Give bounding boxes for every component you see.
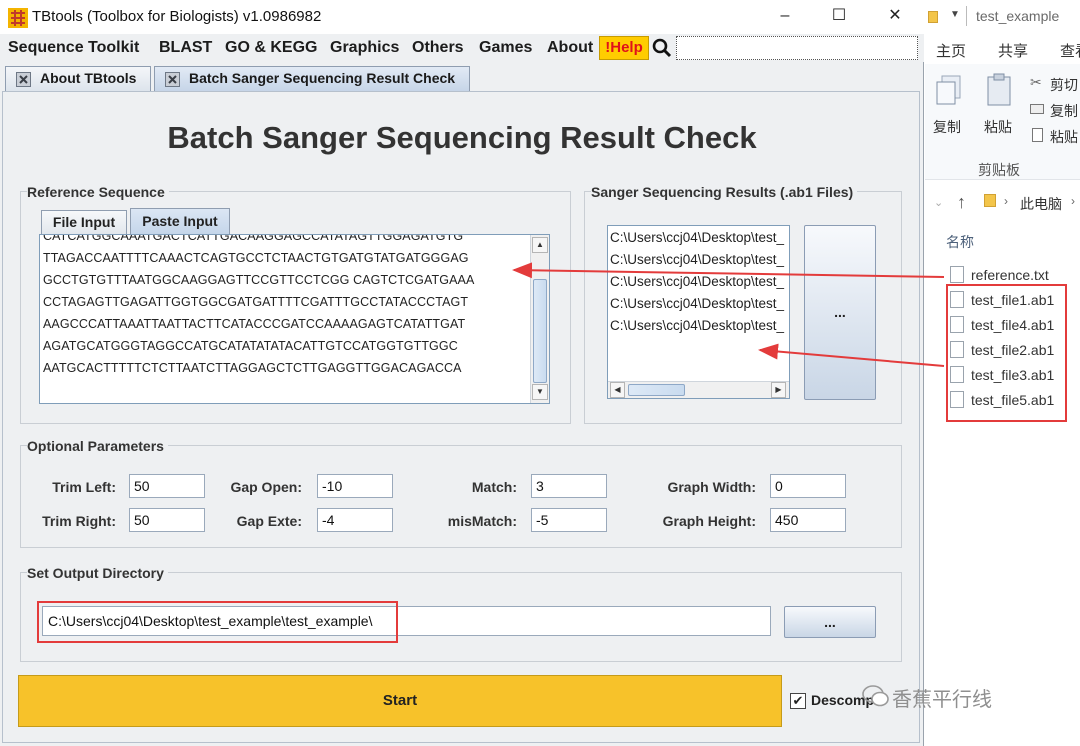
wechat-logo-icon bbox=[862, 685, 889, 707]
arrow-ab1-to-list bbox=[758, 343, 945, 367]
arrow-reference-to-sequence bbox=[512, 262, 945, 279]
watermark-text: 香蕉平行线 bbox=[892, 689, 992, 711]
annotation-arrows bbox=[512, 262, 945, 367]
